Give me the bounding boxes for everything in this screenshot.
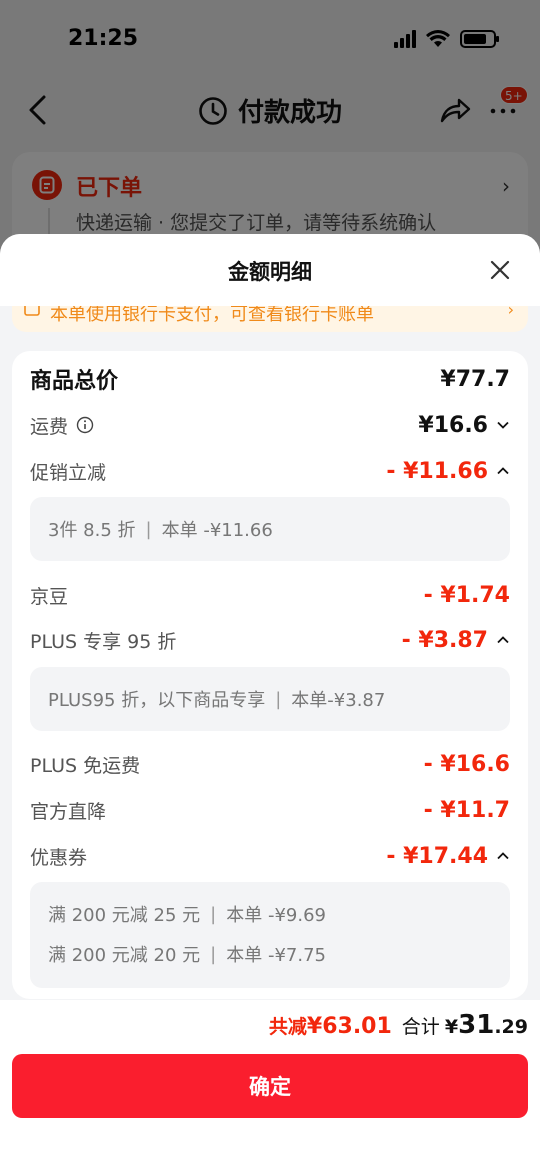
jingdou-label: 京豆 bbox=[30, 585, 69, 608]
coupon-detail-line: 满 200 元减 25 元 | 本单 -¥9.69 bbox=[48, 903, 326, 927]
official-drop-label: 官方直降 bbox=[30, 800, 107, 823]
sheet-header: 金额明细 bbox=[0, 234, 540, 306]
promo-row[interactable]: 促销立减 - ¥11.66 bbox=[30, 455, 510, 487]
goods-total-row: 商品总价 ¥77.7 bbox=[30, 363, 510, 395]
coupon-label: 优惠券 bbox=[30, 846, 88, 869]
saved-amount: 共减¥63.01 bbox=[268, 1014, 392, 1039]
coupon-value: - ¥17.44 bbox=[386, 844, 510, 869]
total-summary: 共减¥63.01 合计 ¥31.29 bbox=[269, 1010, 528, 1040]
total-amount: 合计 ¥31.29 bbox=[401, 1010, 528, 1040]
shipping-row[interactable]: 运费 ¥16.6 bbox=[30, 409, 510, 441]
jingdou-row: 京豆 - ¥1.74 bbox=[30, 579, 510, 611]
chevron-up-icon bbox=[497, 852, 509, 860]
official-drop-value: - ¥11.7 bbox=[423, 797, 510, 823]
coupon-row[interactable]: 优惠券 - ¥17.44 bbox=[30, 840, 510, 872]
promo-detail-box: 3件 8.5 折 | 本单 -¥11.66 bbox=[30, 497, 510, 561]
shipping-label: 运费 bbox=[30, 412, 94, 439]
sheet-title: 金额明细 bbox=[228, 260, 312, 284]
goods-total-value: ¥77.7 bbox=[440, 366, 510, 392]
amount-detail-card: 商品总价 ¥77.7 运费 ¥16.6 促销立减 - ¥11.66 3件 8.5… bbox=[12, 351, 528, 999]
jingdou-value: - ¥1.74 bbox=[423, 582, 510, 608]
plus-detail-box: PLUS95 折，以下商品专享 | 本单-¥3.87 bbox=[30, 667, 510, 731]
promo-detail-line: 3件 8.5 折 | 本单 -¥11.66 bbox=[48, 518, 273, 542]
sheet-footer: 共减¥63.01 合计 ¥31.29 确定 bbox=[0, 1000, 540, 1170]
shipping-value: ¥16.6 bbox=[418, 413, 510, 438]
plus-detail-line: PLUS95 折，以下商品专享 | 本单-¥3.87 bbox=[48, 688, 386, 712]
promo-value: - ¥11.66 bbox=[386, 459, 510, 484]
chevron-up-icon bbox=[497, 467, 509, 475]
plus-discount-value: - ¥3.87 bbox=[402, 628, 510, 653]
chevron-up-icon bbox=[497, 636, 509, 644]
coupon-detail-line: 满 200 元减 20 元 | 本单 -¥7.75 bbox=[48, 943, 326, 967]
promo-label: 促销立减 bbox=[30, 461, 107, 484]
plus-shipping-row: PLUS 免运费 - ¥16.6 bbox=[30, 748, 510, 780]
official-drop-row: 官方直降 - ¥11.7 bbox=[30, 794, 510, 826]
plus-shipping-value: - ¥16.6 bbox=[423, 751, 510, 777]
chevron-down-icon bbox=[497, 421, 509, 429]
plus-discount-row[interactable]: PLUS 专享 95 折 - ¥3.87 bbox=[30, 624, 510, 656]
coupon-detail-box: 满 200 元减 25 元 | 本单 -¥9.69 满 200 元减 20 元 … bbox=[30, 882, 510, 988]
plus-discount-label: PLUS 专享 95 折 bbox=[30, 630, 177, 653]
plus-shipping-label: PLUS 免运费 bbox=[30, 754, 141, 777]
info-icon[interactable] bbox=[76, 416, 94, 434]
goods-total-label: 商品总价 bbox=[30, 369, 119, 394]
close-icon[interactable] bbox=[486, 256, 514, 284]
confirm-button[interactable]: 确定 bbox=[12, 1054, 528, 1118]
